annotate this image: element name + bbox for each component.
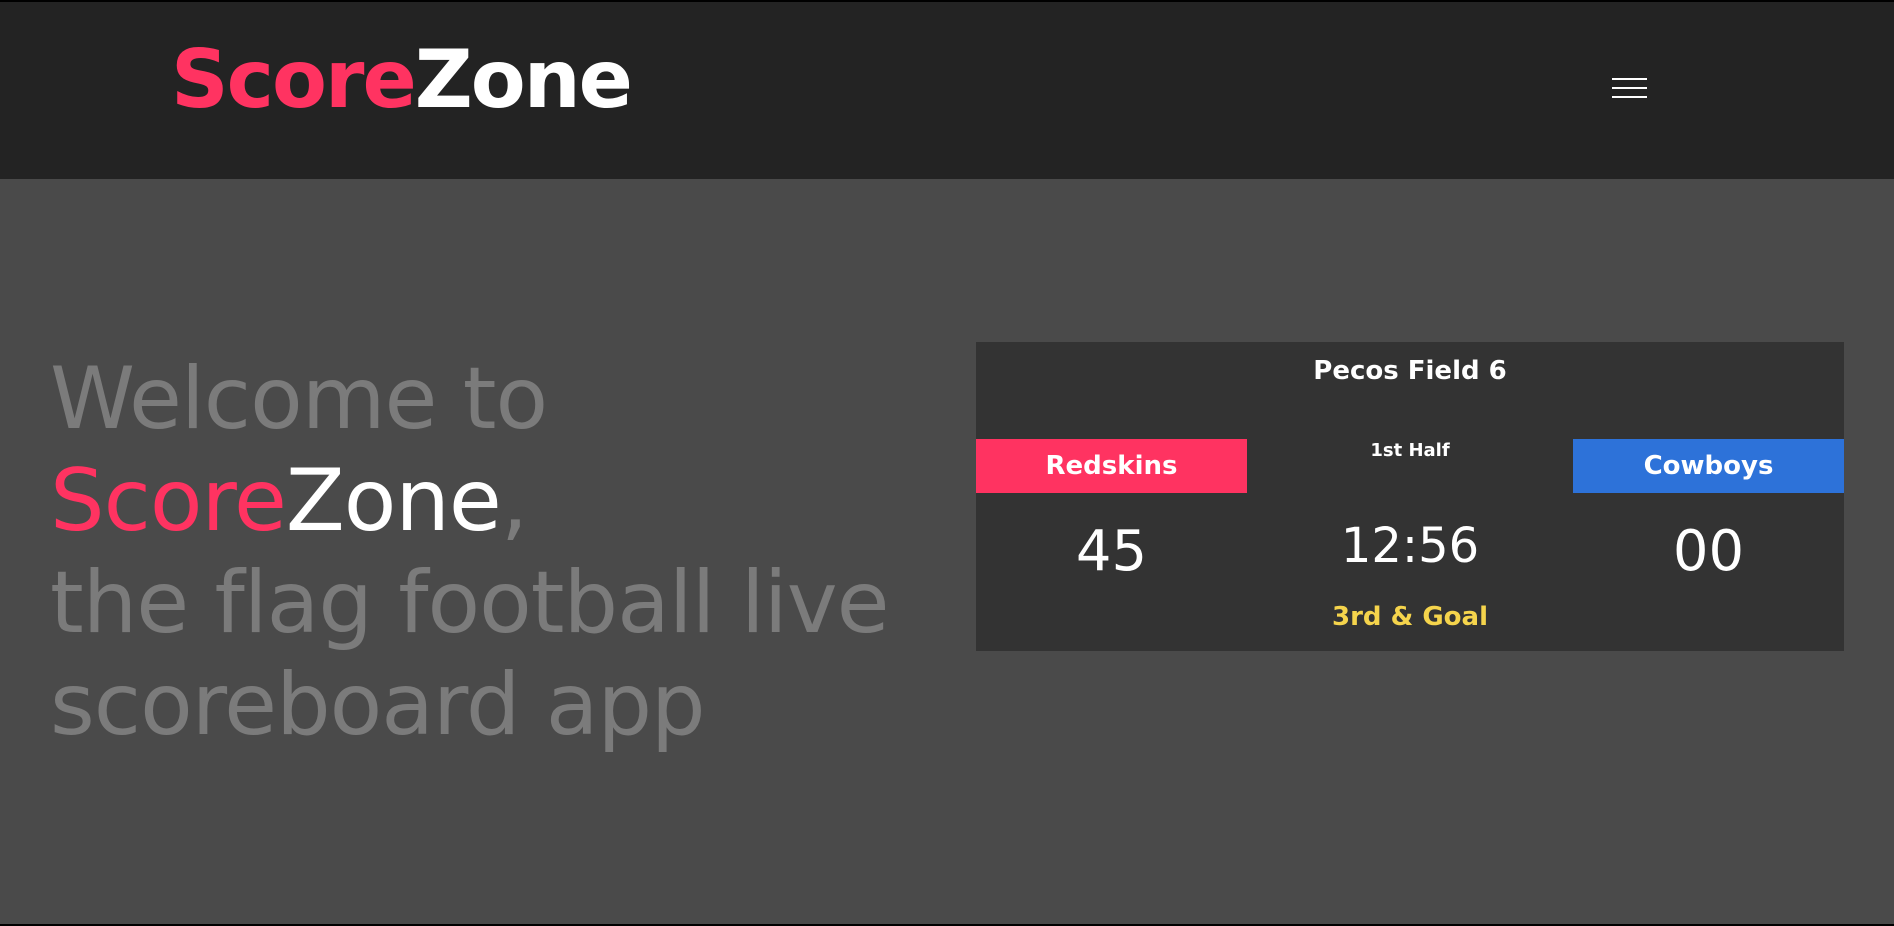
hero-line-app: scoreboard app (50, 655, 706, 755)
home-team-score: 45 (1075, 519, 1148, 584)
logo-score-text: Score (171, 33, 417, 126)
home-team-label[interactable]: Redskins (976, 439, 1247, 493)
hero-line-tagline: the flag football live (50, 553, 890, 653)
top-navbar: ScoreZone (0, 2, 1894, 179)
game-period: 1st Half (1370, 440, 1450, 461)
menu-bar-top (1612, 78, 1647, 80)
hamburger-menu-icon[interactable] (1606, 74, 1652, 108)
game-clock: 12:56 (1340, 518, 1480, 574)
page: ScoreZone Welcome to ScoreZone, the flag… (0, 2, 1894, 924)
brand-logo[interactable]: ScoreZone (171, 30, 633, 130)
hero-line-welcome: Welcome to (50, 349, 548, 449)
field-name: Pecos Field 6 (1313, 356, 1507, 386)
logo-zone-text: Zone (414, 33, 633, 126)
menu-bar-bottom (1612, 96, 1647, 98)
hero-line-brand: ScoreZone, (50, 450, 930, 552)
hero-brand-comma: , (500, 451, 528, 551)
hero-brand-score: Score (50, 451, 287, 551)
away-team-label[interactable]: Cowboys (1573, 439, 1844, 493)
scoreboard-card[interactable]: Pecos Field 6 Redskins 1st Half Cowboys … (976, 342, 1844, 651)
hero-heading: Welcome to ScoreZone, the flag football … (50, 348, 930, 756)
away-team-score: 00 (1672, 519, 1745, 584)
down-and-distance: 3rd & Goal (1332, 602, 1488, 632)
hero-brand-zone: Zone (285, 451, 502, 551)
menu-bar-middle (1612, 87, 1647, 89)
